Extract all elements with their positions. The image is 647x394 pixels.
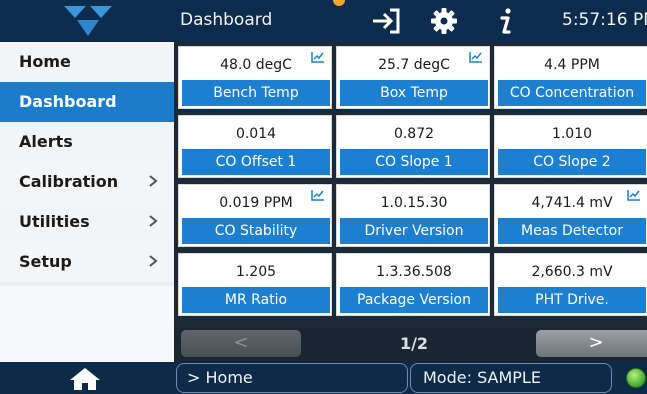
home-icon xyxy=(70,368,100,390)
tile-label: PHT Drive. xyxy=(498,287,646,313)
info-icon[interactable] xyxy=(490,5,522,37)
tile-label: Box Temp xyxy=(340,80,488,106)
clock: 5:57:16 PM xyxy=(562,10,647,30)
tile-value: 1.3.36.508 xyxy=(376,264,452,280)
tile-co-offset-1[interactable]: 0.014 CO Offset 1 xyxy=(178,115,332,178)
bottom-bar: > Home Mode: SAMPLE xyxy=(0,362,647,394)
tile-label: MR Ratio xyxy=(182,287,330,313)
trend-chart-icon[interactable] xyxy=(311,189,325,201)
sidebar-item-dashboard[interactable]: Dashboard xyxy=(0,82,174,122)
previous-page-button[interactable]: < xyxy=(181,330,301,357)
gear-icon[interactable] xyxy=(428,5,460,37)
tile-value: 4,741.4 mV xyxy=(531,195,613,211)
tile-value: 1.205 xyxy=(235,264,277,280)
sidebar-item-label: Setup xyxy=(19,252,72,271)
tile-co-slope-2[interactable]: 1.010 CO Slope 2 xyxy=(494,115,647,178)
tile-co-stability[interactable]: 0.019 PPM CO Stability xyxy=(178,184,332,247)
tile-driver-version[interactable]: 1.0.15.30 Driver Version xyxy=(336,184,490,247)
tile-label: CO Concentration xyxy=(498,80,646,106)
sidebar-item-label: Utilities xyxy=(19,212,90,231)
tile-value: 1.010 xyxy=(551,126,593,142)
tile-value: 0.014 xyxy=(235,126,277,142)
sidebar-item-home[interactable]: Home xyxy=(0,42,174,82)
company-logo-icon xyxy=(64,6,112,36)
tile-label: CO Offset 1 xyxy=(182,149,330,175)
tile-meas-detector[interactable]: 4,741.4 mV Meas Detector xyxy=(494,184,647,247)
tile-label: Driver Version xyxy=(340,218,488,244)
tile-label: Package Version xyxy=(340,287,488,313)
dashboard-grid: 48.0 degC Bench Temp 25.7 degC Box Temp … xyxy=(174,42,647,327)
sidebar-item-label: Dashboard xyxy=(19,92,117,111)
tile-pht-drive[interactable]: 2,660.3 mV PHT Drive. xyxy=(494,253,647,316)
status-indicator-icon xyxy=(626,368,646,388)
trend-chart-icon[interactable] xyxy=(311,51,325,63)
sidebar-item-setup[interactable]: Setup xyxy=(0,242,174,282)
sidebar-empty-space xyxy=(0,286,174,362)
enter-icon[interactable] xyxy=(370,5,402,37)
tile-mr-ratio[interactable]: 1.205 MR Ratio xyxy=(178,253,332,316)
tile-label: Bench Temp xyxy=(182,80,330,106)
sidebar-item-utilities[interactable]: Utilities xyxy=(0,202,174,242)
sidebar: Home Dashboard Alerts Calibration Utilit… xyxy=(0,42,174,362)
pager: < 1/2 > xyxy=(174,327,647,362)
breadcrumb[interactable]: > Home xyxy=(176,363,408,393)
tile-value: 25.7 degC xyxy=(378,57,450,73)
tile-co-concentration[interactable]: 4.4 PPM CO Concentration xyxy=(494,46,647,109)
tile-co-slope-1[interactable]: 0.872 CO Slope 1 xyxy=(336,115,490,178)
tile-value: 1.0.15.30 xyxy=(380,195,448,211)
sidebar-item-alerts[interactable]: Alerts xyxy=(0,122,174,162)
tile-value: 4.4 PPM xyxy=(544,57,600,73)
tile-box-temp[interactable]: 25.7 degC Box Temp xyxy=(336,46,490,109)
chevron-right-icon xyxy=(149,215,158,227)
tile-package-version[interactable]: 1.3.36.508 Package Version xyxy=(336,253,490,316)
page-title: Dashboard xyxy=(180,10,273,30)
sidebar-item-label: Home xyxy=(19,52,71,71)
sidebar-item-label: Alerts xyxy=(19,132,73,151)
mode-indicator: Mode: SAMPLE xyxy=(410,363,612,393)
tile-value: 48.0 degC xyxy=(220,57,292,73)
indicator-dot xyxy=(333,0,345,6)
chevron-right-icon xyxy=(149,175,158,187)
home-button[interactable] xyxy=(0,362,174,394)
trend-chart-icon[interactable] xyxy=(469,51,483,63)
sidebar-item-calibration[interactable]: Calibration xyxy=(0,162,174,202)
tile-value: 0.019 PPM xyxy=(219,195,293,211)
tile-label: CO Stability xyxy=(182,218,330,244)
chevron-right-icon xyxy=(149,255,158,267)
tile-value: 2,660.3 mV xyxy=(531,264,613,280)
tile-bench-temp[interactable]: 48.0 degC Bench Temp xyxy=(178,46,332,109)
top-bar: Dashboard 5:57:16 PM xyxy=(0,0,647,42)
logo-area xyxy=(0,0,176,42)
next-page-button[interactable]: > xyxy=(536,330,647,357)
sidebar-item-label: Calibration xyxy=(19,172,119,191)
tile-label: CO Slope 2 xyxy=(498,149,646,175)
tile-label: CO Slope 1 xyxy=(340,149,488,175)
trend-chart-icon[interactable] xyxy=(627,189,641,201)
tile-label: Meas Detector xyxy=(498,218,646,244)
page-indicator: 1/2 xyxy=(399,334,429,353)
tile-value: 0.872 xyxy=(393,126,435,142)
